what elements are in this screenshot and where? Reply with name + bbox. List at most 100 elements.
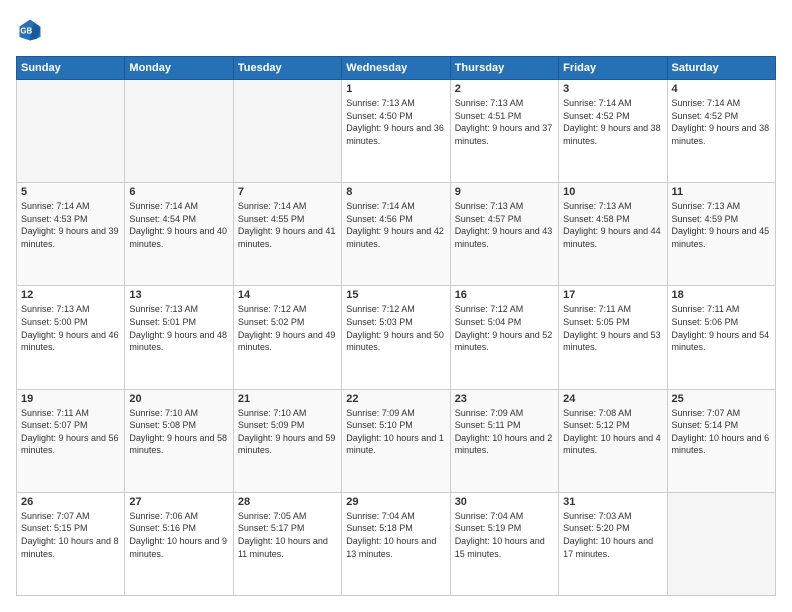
day-cell: 28 Sunrise: 7:05 AM Sunset: 5:17 PM Dayli…	[233, 492, 341, 595]
day-number: 1	[346, 83, 445, 95]
day-cell: 23 Sunrise: 7:09 AM Sunset: 5:11 PM Dayli…	[450, 389, 558, 492]
day-cell: 2 Sunrise: 7:13 AM Sunset: 4:51 PM Daylig…	[450, 80, 558, 183]
day-number: 23	[455, 393, 554, 405]
day-cell: 11 Sunrise: 7:13 AM Sunset: 4:59 PM Dayli…	[667, 183, 775, 286]
day-info: Sunrise: 7:12 AM Sunset: 5:03 PM Dayligh…	[346, 303, 445, 353]
day-info: Sunrise: 7:13 AM Sunset: 4:59 PM Dayligh…	[672, 200, 771, 250]
day-cell: 15 Sunrise: 7:12 AM Sunset: 5:03 PM Dayli…	[342, 286, 450, 389]
day-info: Sunrise: 7:04 AM Sunset: 5:19 PM Dayligh…	[455, 510, 554, 560]
day-info: Sunrise: 7:04 AM Sunset: 5:18 PM Dayligh…	[346, 510, 445, 560]
day-number: 24	[563, 393, 662, 405]
day-cell: 4Sunrise: 7:14 AM Sunset: 4:52 PM Daylig…	[667, 80, 775, 183]
day-number: 12	[21, 289, 120, 301]
day-cell: 25 Sunrise: 7:07 AM Sunset: 5:14 PM Dayli…	[667, 389, 775, 492]
day-cell	[233, 80, 341, 183]
day-info: Sunrise: 7:14 AM Sunset: 4:54 PM Dayligh…	[129, 200, 228, 250]
day-cell: 19Sunrise: 7:11 AM Sunset: 5:07 PM Dayli…	[17, 389, 125, 492]
day-info: Sunrise: 7:13 AM Sunset: 4:57 PM Dayligh…	[455, 200, 554, 250]
day-info: Sunrise: 7:12 AM Sunset: 5:02 PM Dayligh…	[238, 303, 337, 353]
week-row-3: 12Sunrise: 7:13 AM Sunset: 5:00 PM Dayli…	[17, 286, 776, 389]
day-cell: 21 Sunrise: 7:10 AM Sunset: 5:09 PM Dayli…	[233, 389, 341, 492]
logo: GB	[16, 16, 48, 44]
day-number: 17	[563, 289, 662, 301]
day-info: Sunrise: 7:13 AM Sunset: 4:58 PM Dayligh…	[563, 200, 662, 250]
day-info: Sunrise: 7:07 AM Sunset: 5:15 PM Dayligh…	[21, 510, 120, 560]
day-cell: 29 Sunrise: 7:04 AM Sunset: 5:18 PM Dayli…	[342, 492, 450, 595]
weekday-tuesday: Tuesday	[233, 57, 341, 80]
day-info: Sunrise: 7:13 AM Sunset: 5:01 PM Dayligh…	[129, 303, 228, 353]
day-cell: 5Sunrise: 7:14 AM Sunset: 4:53 PM Daylig…	[17, 183, 125, 286]
day-number: 9	[455, 186, 554, 198]
day-info: Sunrise: 7:09 AM Sunset: 5:11 PM Dayligh…	[455, 407, 554, 457]
day-info: Sunrise: 7:11 AM Sunset: 5:05 PM Dayligh…	[563, 303, 662, 353]
day-number: 7	[238, 186, 337, 198]
day-number: 25	[672, 393, 771, 405]
day-info: Sunrise: 7:10 AM Sunset: 5:09 PM Dayligh…	[238, 407, 337, 457]
day-cell	[125, 80, 233, 183]
day-cell: 20 Sunrise: 7:10 AM Sunset: 5:08 PM Dayli…	[125, 389, 233, 492]
day-number: 15	[346, 289, 445, 301]
day-cell: 18Sunrise: 7:11 AM Sunset: 5:06 PM Dayli…	[667, 286, 775, 389]
day-cell: 22 Sunrise: 7:09 AM Sunset: 5:10 PM Dayli…	[342, 389, 450, 492]
day-info: Sunrise: 7:08 AM Sunset: 5:12 PM Dayligh…	[563, 407, 662, 457]
day-number: 11	[672, 186, 771, 198]
day-info: Sunrise: 7:14 AM Sunset: 4:53 PM Dayligh…	[21, 200, 120, 250]
day-number: 4	[672, 83, 771, 95]
day-cell	[17, 80, 125, 183]
header: GB	[16, 16, 776, 44]
day-cell: 31Sunrise: 7:03 AM Sunset: 5:20 PM Dayli…	[559, 492, 667, 595]
day-number: 13	[129, 289, 228, 301]
day-info: Sunrise: 7:09 AM Sunset: 5:10 PM Dayligh…	[346, 407, 445, 457]
day-info: Sunrise: 7:10 AM Sunset: 5:08 PM Dayligh…	[129, 407, 228, 457]
week-row-4: 19Sunrise: 7:11 AM Sunset: 5:07 PM Dayli…	[17, 389, 776, 492]
day-number: 16	[455, 289, 554, 301]
day-number: 22	[346, 393, 445, 405]
week-row-2: 5Sunrise: 7:14 AM Sunset: 4:53 PM Daylig…	[17, 183, 776, 286]
day-cell: 1 Sunrise: 7:13 AM Sunset: 4:50 PM Daylig…	[342, 80, 450, 183]
day-number: 21	[238, 393, 337, 405]
day-info: Sunrise: 7:13 AM Sunset: 4:51 PM Dayligh…	[455, 97, 554, 147]
weekday-sunday: Sunday	[17, 57, 125, 80]
day-cell: 30 Sunrise: 7:04 AM Sunset: 5:19 PM Dayli…	[450, 492, 558, 595]
day-cell: 10 Sunrise: 7:13 AM Sunset: 4:58 PM Dayli…	[559, 183, 667, 286]
day-number: 6	[129, 186, 228, 198]
day-number: 3	[563, 83, 662, 95]
day-cell: 9 Sunrise: 7:13 AM Sunset: 4:57 PM Daylig…	[450, 183, 558, 286]
weekday-thursday: Thursday	[450, 57, 558, 80]
day-number: 29	[346, 496, 445, 508]
day-info: Sunrise: 7:06 AM Sunset: 5:16 PM Dayligh…	[129, 510, 228, 560]
day-cell: 3 Sunrise: 7:14 AM Sunset: 4:52 PM Daylig…	[559, 80, 667, 183]
day-info: Sunrise: 7:14 AM Sunset: 4:55 PM Dayligh…	[238, 200, 337, 250]
day-cell: 7 Sunrise: 7:14 AM Sunset: 4:55 PM Daylig…	[233, 183, 341, 286]
day-cell: 16Sunrise: 7:12 AM Sunset: 5:04 PM Dayli…	[450, 286, 558, 389]
day-cell: 17 Sunrise: 7:11 AM Sunset: 5:05 PM Dayli…	[559, 286, 667, 389]
day-number: 26	[21, 496, 120, 508]
weekday-wednesday: Wednesday	[342, 57, 450, 80]
day-number: 18	[672, 289, 771, 301]
weekday-friday: Friday	[559, 57, 667, 80]
day-cell: 24 Sunrise: 7:08 AM Sunset: 5:12 PM Dayli…	[559, 389, 667, 492]
day-cell: 13 Sunrise: 7:13 AM Sunset: 5:01 PM Dayli…	[125, 286, 233, 389]
weekday-monday: Monday	[125, 57, 233, 80]
calendar-table: SundayMondayTuesdayWednesdayThursdayFrid…	[16, 56, 776, 596]
day-cell: 6 Sunrise: 7:14 AM Sunset: 4:54 PM Daylig…	[125, 183, 233, 286]
week-row-1: 1 Sunrise: 7:13 AM Sunset: 4:50 PM Daylig…	[17, 80, 776, 183]
day-cell: 27 Sunrise: 7:06 AM Sunset: 5:16 PM Dayli…	[125, 492, 233, 595]
day-info: Sunrise: 7:13 AM Sunset: 4:50 PM Dayligh…	[346, 97, 445, 147]
day-cell: 8Sunrise: 7:14 AM Sunset: 4:56 PM Daylig…	[342, 183, 450, 286]
day-info: Sunrise: 7:07 AM Sunset: 5:14 PM Dayligh…	[672, 407, 771, 457]
day-info: Sunrise: 7:14 AM Sunset: 4:52 PM Dayligh…	[563, 97, 662, 147]
day-number: 30	[455, 496, 554, 508]
day-number: 2	[455, 83, 554, 95]
day-info: Sunrise: 7:05 AM Sunset: 5:17 PM Dayligh…	[238, 510, 337, 560]
day-number: 31	[563, 496, 662, 508]
day-number: 27	[129, 496, 228, 508]
day-info: Sunrise: 7:11 AM Sunset: 5:07 PM Dayligh…	[21, 407, 120, 457]
weekday-saturday: Saturday	[667, 57, 775, 80]
day-cell: 14Sunrise: 7:12 AM Sunset: 5:02 PM Dayli…	[233, 286, 341, 389]
day-info: Sunrise: 7:14 AM Sunset: 4:56 PM Dayligh…	[346, 200, 445, 250]
day-number: 20	[129, 393, 228, 405]
day-number: 28	[238, 496, 337, 508]
day-number: 10	[563, 186, 662, 198]
svg-text:GB: GB	[20, 27, 32, 36]
